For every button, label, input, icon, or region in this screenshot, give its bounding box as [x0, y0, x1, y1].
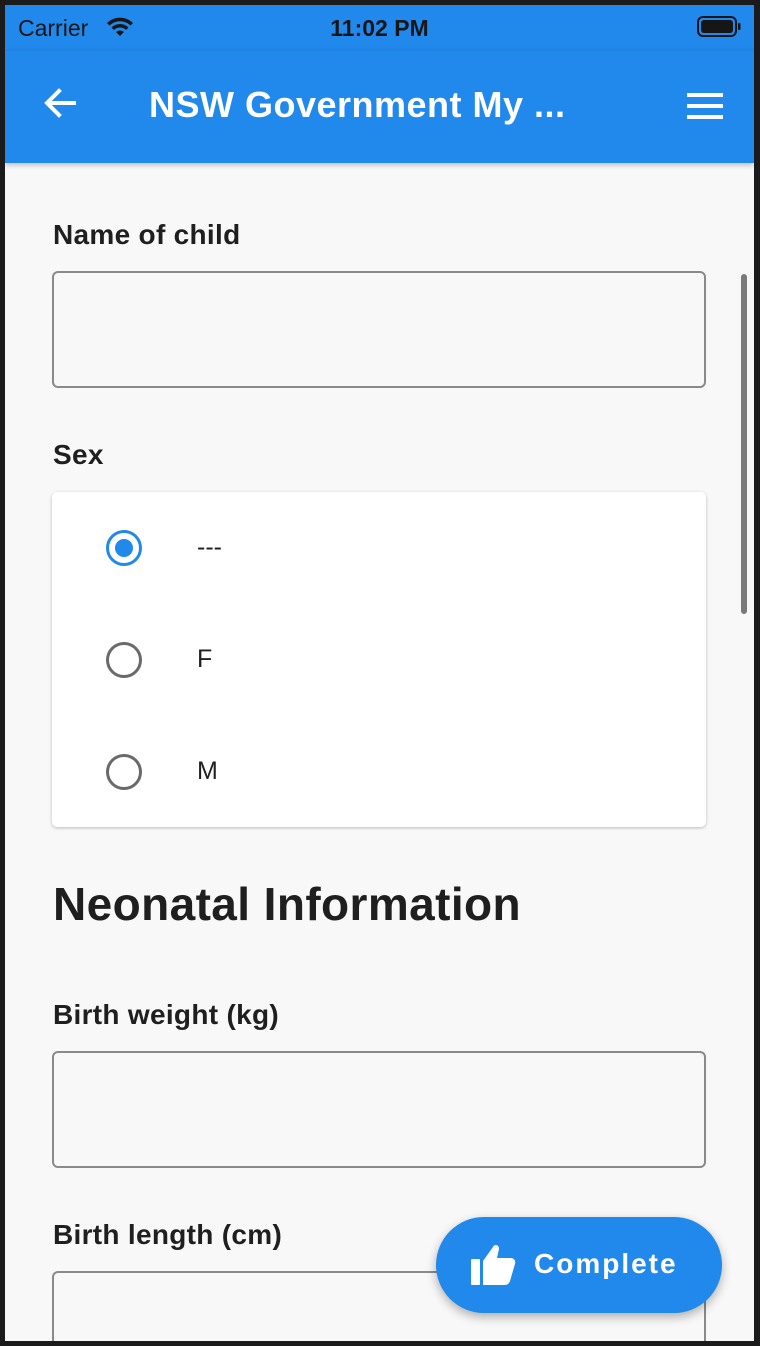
- sex-option-label: F: [197, 645, 213, 673]
- scrollbar[interactable]: [741, 274, 747, 614]
- radio-unselected-icon[interactable]: [106, 642, 142, 678]
- sex-label: Sex: [53, 439, 104, 470]
- sex-option-m[interactable]: M: [52, 716, 706, 828]
- clock: 11:02 PM: [330, 15, 429, 41]
- complete-button[interactable]: Complete: [436, 1217, 722, 1313]
- arrow-left-icon[interactable]: [40, 83, 80, 123]
- neonatal-section-heading: Neonatal Information: [53, 878, 522, 930]
- name-of-child-label: Name of child: [53, 219, 241, 250]
- page-title: NSW Government My ...: [149, 84, 566, 125]
- hamburger-menu-icon[interactable]: [685, 89, 725, 123]
- sex-radio-group: --- F M: [52, 492, 706, 827]
- thumbs-up-icon: [471, 1244, 516, 1285]
- name-of-child-input[interactable]: [52, 271, 706, 388]
- status-bar: Carrier 11:02 PM: [5, 5, 754, 51]
- radio-selected-icon[interactable]: [106, 530, 142, 566]
- battery-icon: [697, 16, 741, 37]
- app-bar: NSW Government My ...: [5, 51, 754, 163]
- device-screen: Carrier 11:02 PM NSW Government My ... N…: [5, 5, 754, 1341]
- form-content: Name of child Sex --- F M Neonatal Infor…: [5, 163, 754, 1341]
- sex-option-label: ---: [197, 533, 222, 561]
- sex-option-label: M: [197, 757, 218, 785]
- birth-weight-label: Birth weight (kg): [53, 999, 279, 1030]
- birth-length-label: Birth length (cm): [53, 1219, 283, 1250]
- sex-option-f[interactable]: F: [52, 604, 706, 716]
- birth-weight-input[interactable]: [52, 1051, 706, 1168]
- sex-option-unspecified[interactable]: ---: [52, 492, 706, 604]
- radio-unselected-icon[interactable]: [106, 754, 142, 790]
- complete-button-label: Complete: [534, 1248, 678, 1279]
